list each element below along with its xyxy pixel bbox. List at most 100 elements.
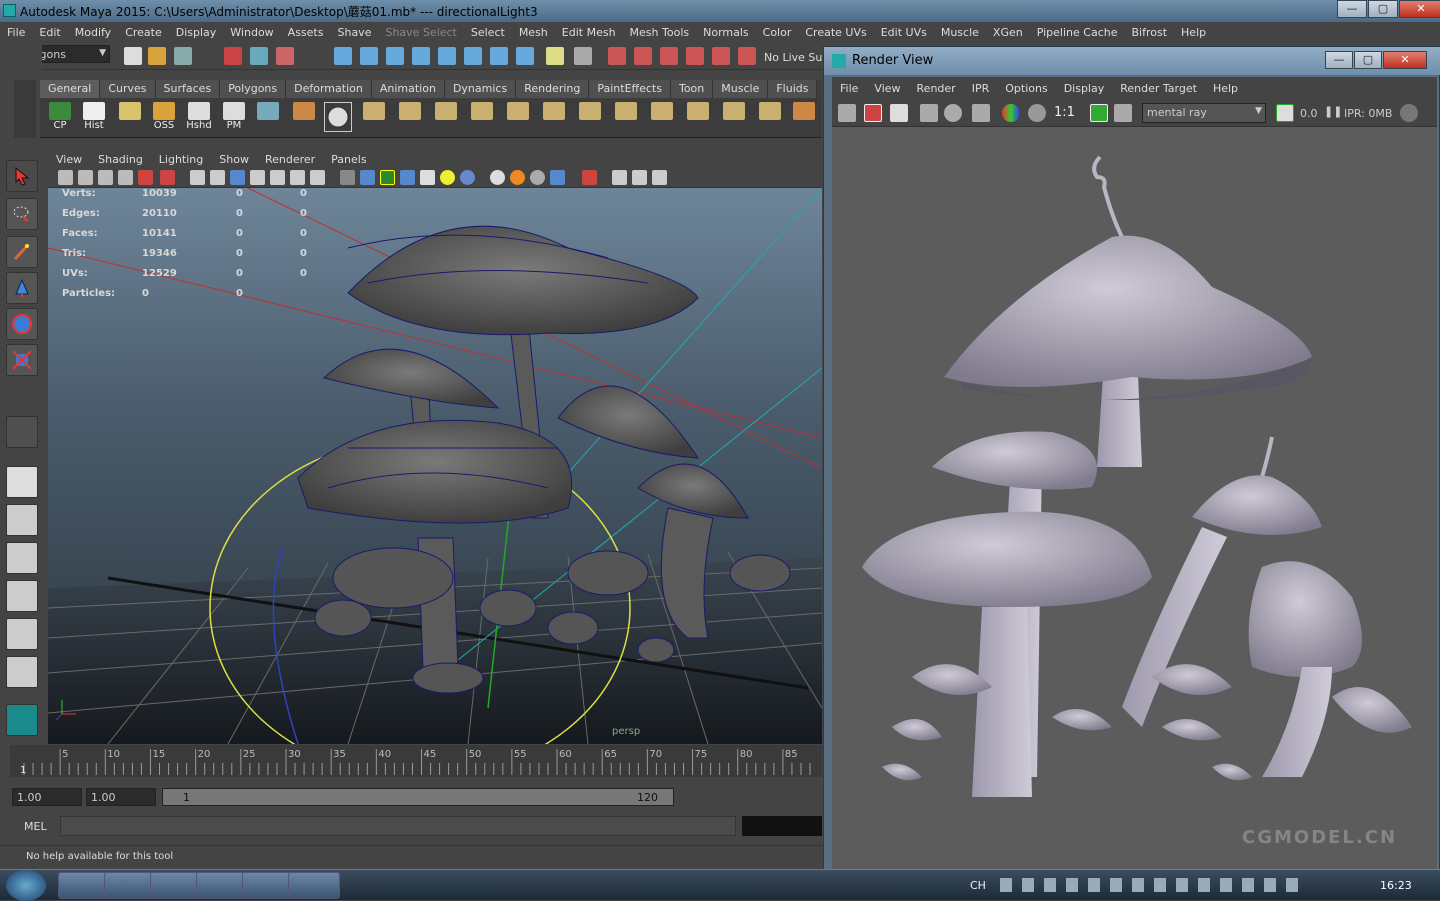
menu-bifrost[interactable]: Bifrost [1125,26,1175,39]
display-alpha-icon[interactable] [1028,104,1046,122]
menu-modify[interactable]: Modify [68,26,118,39]
viewport-menu-panels[interactable]: Panels [323,153,374,166]
snap-curve-icon[interactable] [360,47,378,65]
use-all-lights-icon[interactable] [440,170,455,185]
shelf-tab-rendering[interactable]: Rendering [516,80,590,98]
taskbar-browser-button[interactable] [58,872,110,899]
ipr-render-icon[interactable] [634,47,652,65]
shelf-pm-button[interactable]: PM [220,102,248,132]
ipr-icon[interactable] [920,104,938,122]
shelf-tool-16[interactable] [612,102,640,132]
menu-pipeline-cache[interactable]: Pipeline Cache [1030,26,1125,39]
gate-mask-icon[interactable] [230,170,245,185]
shelf-sphere-button[interactable] [324,102,352,132]
textured-icon[interactable] [420,170,435,185]
menu-shave[interactable]: Shave [330,26,378,39]
shelf-tab-fluids[interactable]: Fluids [768,80,818,98]
shelf-hist-button[interactable]: Hist [80,102,108,132]
viewport-menu-renderer[interactable]: Renderer [257,153,323,166]
camera-bookmark-icon[interactable] [78,170,93,185]
select-component-icon[interactable] [276,47,294,65]
wireframe-icon[interactable] [340,170,355,185]
depth-of-field-icon[interactable] [550,170,565,185]
menu-help[interactable]: Help [1174,26,1213,39]
shelf-tool-20[interactable] [756,102,784,132]
shelf-tool-9[interactable] [360,102,388,132]
default-material-icon[interactable] [400,170,415,185]
select-tool[interactable] [6,160,38,192]
shelf-tool-12[interactable] [468,102,496,132]
select-hierarchy-icon[interactable] [224,47,242,65]
layout-four-icon[interactable] [6,504,38,536]
menu-shave-select[interactable]: Shave Select [378,26,463,39]
menu-muscle[interactable]: Muscle [934,26,986,39]
xray-components-icon[interactable] [652,170,667,185]
shadows-icon[interactable] [460,170,475,185]
resolution-gate-icon[interactable] [210,170,225,185]
menu-mesh[interactable]: Mesh [512,26,555,39]
shelf-tool-18[interactable] [684,102,712,132]
start-button[interactable] [6,870,46,901]
text-icon[interactable] [310,170,325,185]
safe-title-icon[interactable] [290,170,305,185]
rv-menu-file[interactable]: File [832,82,866,95]
snap-grid-icon[interactable] [334,47,352,65]
keep-image-icon[interactable] [1090,104,1108,122]
rv-menu-render-target[interactable]: Render Target [1112,82,1205,95]
render-settings-icon[interactable] [1276,104,1294,122]
renderer-dropdown[interactable]: mental ray ▼ [1142,103,1266,123]
history-icon[interactable] [490,47,508,65]
two-d-pan-icon[interactable] [118,170,133,185]
anti-alias-icon[interactable] [530,170,545,185]
menu-edit-uvs[interactable]: Edit UVs [874,26,934,39]
select-object-icon[interactable] [250,47,268,65]
shelf-tab-animation[interactable]: Animation [371,80,445,98]
film-gate-icon[interactable] [190,170,205,185]
menu-select[interactable]: Select [464,26,512,39]
render-region-icon[interactable] [574,47,592,65]
render-region-icon[interactable] [864,104,882,122]
clock[interactable]: 16:23 [1380,879,1412,892]
mel-label[interactable]: MEL [24,820,47,833]
snap-plane-icon[interactable] [412,47,430,65]
ambient-occlusion-icon[interactable] [490,170,505,185]
taskbar-ie-button[interactable] [242,872,294,899]
layout-hypershade-icon[interactable] [6,618,38,650]
shelf-tool-11[interactable] [432,102,460,132]
rotate-tool[interactable] [6,308,38,340]
camera-attr-icon[interactable] [58,170,73,185]
viewport-menu-view[interactable]: View [48,153,90,166]
real-size-button[interactable]: 1:1 [1054,105,1075,120]
shelf-tab-surfaces[interactable]: Surfaces [155,80,221,98]
snap-surface-icon[interactable] [438,47,456,65]
hypershade-icon[interactable] [686,47,704,65]
layout-persp-graph-icon[interactable] [6,656,38,688]
lock-icon[interactable] [546,47,564,65]
rv-menu-options[interactable]: Options [997,82,1055,95]
menu-assets[interactable]: Assets [281,26,331,39]
snap-point-icon[interactable] [386,47,404,65]
start-time-field[interactable]: 1.00 [12,788,82,806]
last-tool-slot[interactable] [6,416,38,448]
snap-live-icon[interactable] [464,47,482,65]
menu-mesh-tools[interactable]: Mesh Tools [623,26,697,39]
viewport-menu-lighting[interactable]: Lighting [151,153,211,166]
field-chart-icon[interactable] [250,170,265,185]
shelf-tab-dynamics[interactable]: Dynamics [444,80,517,98]
taskbar-media-button[interactable] [288,872,340,899]
open-scene-icon[interactable] [148,47,166,65]
shelf-tool-13[interactable] [504,102,532,132]
magnet-icon[interactable] [738,47,756,65]
playback-start-field[interactable]: 1.00 [86,788,156,806]
taskbar-app-button[interactable] [150,872,202,899]
menu-xgen[interactable]: XGen [986,26,1030,39]
rgb-channels-icon[interactable] [972,104,990,122]
viewport-menu-shading[interactable]: Shading [90,153,151,166]
shelf-tool-19[interactable] [720,102,748,132]
taskbar-explorer-button[interactable] [104,872,156,899]
menu-file[interactable]: File [0,26,32,39]
paint-select-tool[interactable] [6,236,38,268]
menu-create[interactable]: Create [118,26,169,39]
time-slider[interactable]: 5 10 15 20 25 30 35 40 45 50 55 60 65 70 75 80 85 1 [10,745,822,777]
menu-display[interactable]: Display [169,26,224,39]
